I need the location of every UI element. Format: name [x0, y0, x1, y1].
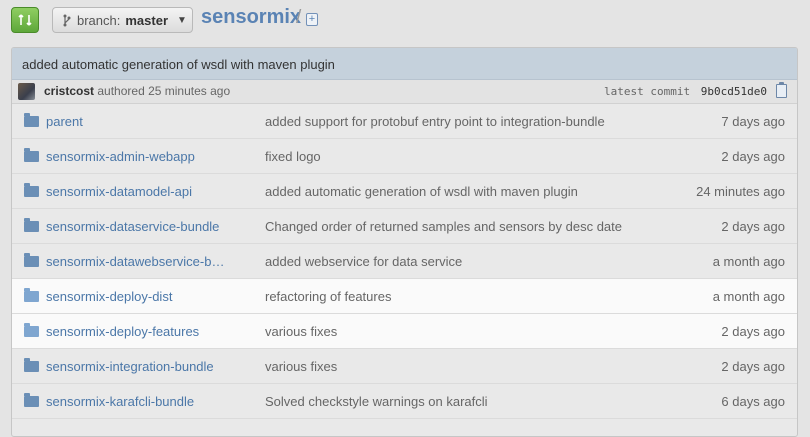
- path-separator: /: [296, 7, 302, 28]
- table-row[interactable]: parent added support for protobuf entry p…: [12, 104, 797, 139]
- commit-age: a month ago: [712, 254, 785, 269]
- table-row[interactable]: sensormix-dataservice-bundle Changed orde…: [12, 209, 797, 244]
- commit-sha-link[interactable]: 9b0cd51de0: [701, 85, 767, 98]
- table-row[interactable]: sensormix-datawebservice-b… added webserv…: [12, 244, 797, 279]
- authored-time: authored 25 minutes ago: [97, 84, 231, 98]
- repo-toolbar: branch: master ▼ sensormix / +: [0, 0, 810, 42]
- commit-age: 2 days ago: [721, 359, 785, 374]
- commit-message-link[interactable]: fixed logo: [265, 149, 321, 164]
- latest-commit-label: latest commit: [604, 85, 691, 98]
- file-name-link[interactable]: parent: [46, 114, 226, 129]
- commit-message-link[interactable]: added webservice for data service: [265, 254, 462, 269]
- table-row[interactable]: sensormix-datamodel-api added automatic g…: [12, 174, 797, 209]
- commit-age: 6 days ago: [721, 394, 785, 409]
- latest-commit-message: added automatic generation of wsdl with …: [12, 48, 797, 80]
- commit-message-link[interactable]: various fixes: [265, 359, 337, 374]
- table-row[interactable]: sensormix-integration-bundle various fixe…: [12, 349, 797, 384]
- commit-age: 2 days ago: [721, 219, 785, 234]
- folder-icon: [24, 393, 39, 407]
- file-browser: added automatic generation of wsdl with …: [11, 47, 798, 437]
- folder-icon: [24, 113, 39, 127]
- file-name-link[interactable]: sensormix-karafcli-bundle: [46, 394, 226, 409]
- folder-icon: [24, 288, 39, 302]
- commit-message-link[interactable]: various fixes: [265, 324, 337, 339]
- commit-author-link[interactable]: cristcost: [44, 84, 94, 98]
- branch-selector[interactable]: branch: master ▼: [52, 7, 193, 33]
- table-row[interactable]: sensormix-deploy-features various fixes 2 …: [12, 314, 797, 349]
- commit-message-link[interactable]: Changed order of returned samples and se…: [265, 219, 622, 234]
- folder-icon: [24, 358, 39, 372]
- file-name-link[interactable]: sensormix-dataservice-bundle: [46, 219, 226, 234]
- new-file-icon[interactable]: +: [306, 13, 318, 26]
- commit-message-link[interactable]: added support for protobuf entry point t…: [265, 114, 605, 129]
- commit-meta: cristcost authored 25 minutes ago latest…: [12, 80, 797, 104]
- folder-icon: [24, 148, 39, 162]
- branch-icon: [63, 14, 71, 26]
- file-name-link[interactable]: sensormix-admin-webapp: [46, 149, 226, 164]
- file-name-link[interactable]: sensormix-datawebservice-b…: [46, 254, 226, 269]
- compare-button[interactable]: [11, 7, 39, 33]
- folder-icon: [24, 218, 39, 232]
- commit-age: 2 days ago: [721, 324, 785, 339]
- commit-age: 2 days ago: [721, 149, 785, 164]
- table-row[interactable]: sensormix-deploy-dist refactoring of feat…: [12, 279, 797, 314]
- avatar[interactable]: [18, 83, 35, 100]
- file-name-link[interactable]: sensormix-deploy-features: [46, 324, 226, 339]
- folder-icon: [24, 183, 39, 197]
- commit-age: 7 days ago: [721, 114, 785, 129]
- commit-age: a month ago: [712, 289, 785, 304]
- file-list: parent added support for protobuf entry p…: [12, 104, 797, 419]
- repo-name-link[interactable]: sensormix: [201, 6, 301, 29]
- table-row[interactable]: sensormix-admin-webapp fixed logo 2 days a…: [12, 139, 797, 174]
- commit-message-link[interactable]: Solved checkstyle warnings on karafcli: [265, 394, 488, 409]
- file-name-link[interactable]: sensormix-integration-bundle: [46, 359, 226, 374]
- folder-icon: [24, 323, 39, 337]
- commit-age: 24 minutes ago: [696, 184, 785, 199]
- commit-message-link[interactable]: added automatic generation of wsdl with …: [265, 184, 578, 199]
- table-row[interactable]: sensormix-karafcli-bundle Solved checksty…: [12, 384, 797, 419]
- clipboard-icon[interactable]: [776, 82, 787, 98]
- compare-icon: [18, 14, 32, 26]
- file-name-link[interactable]: sensormix-deploy-dist: [46, 289, 226, 304]
- file-name-link[interactable]: sensormix-datamodel-api: [46, 184, 226, 199]
- caret-down-icon: ▼: [177, 14, 187, 26]
- branch-value: master: [125, 12, 169, 28]
- folder-icon: [24, 253, 39, 267]
- commit-message-link[interactable]: refactoring of features: [265, 289, 391, 304]
- branch-label: branch:: [77, 12, 121, 28]
